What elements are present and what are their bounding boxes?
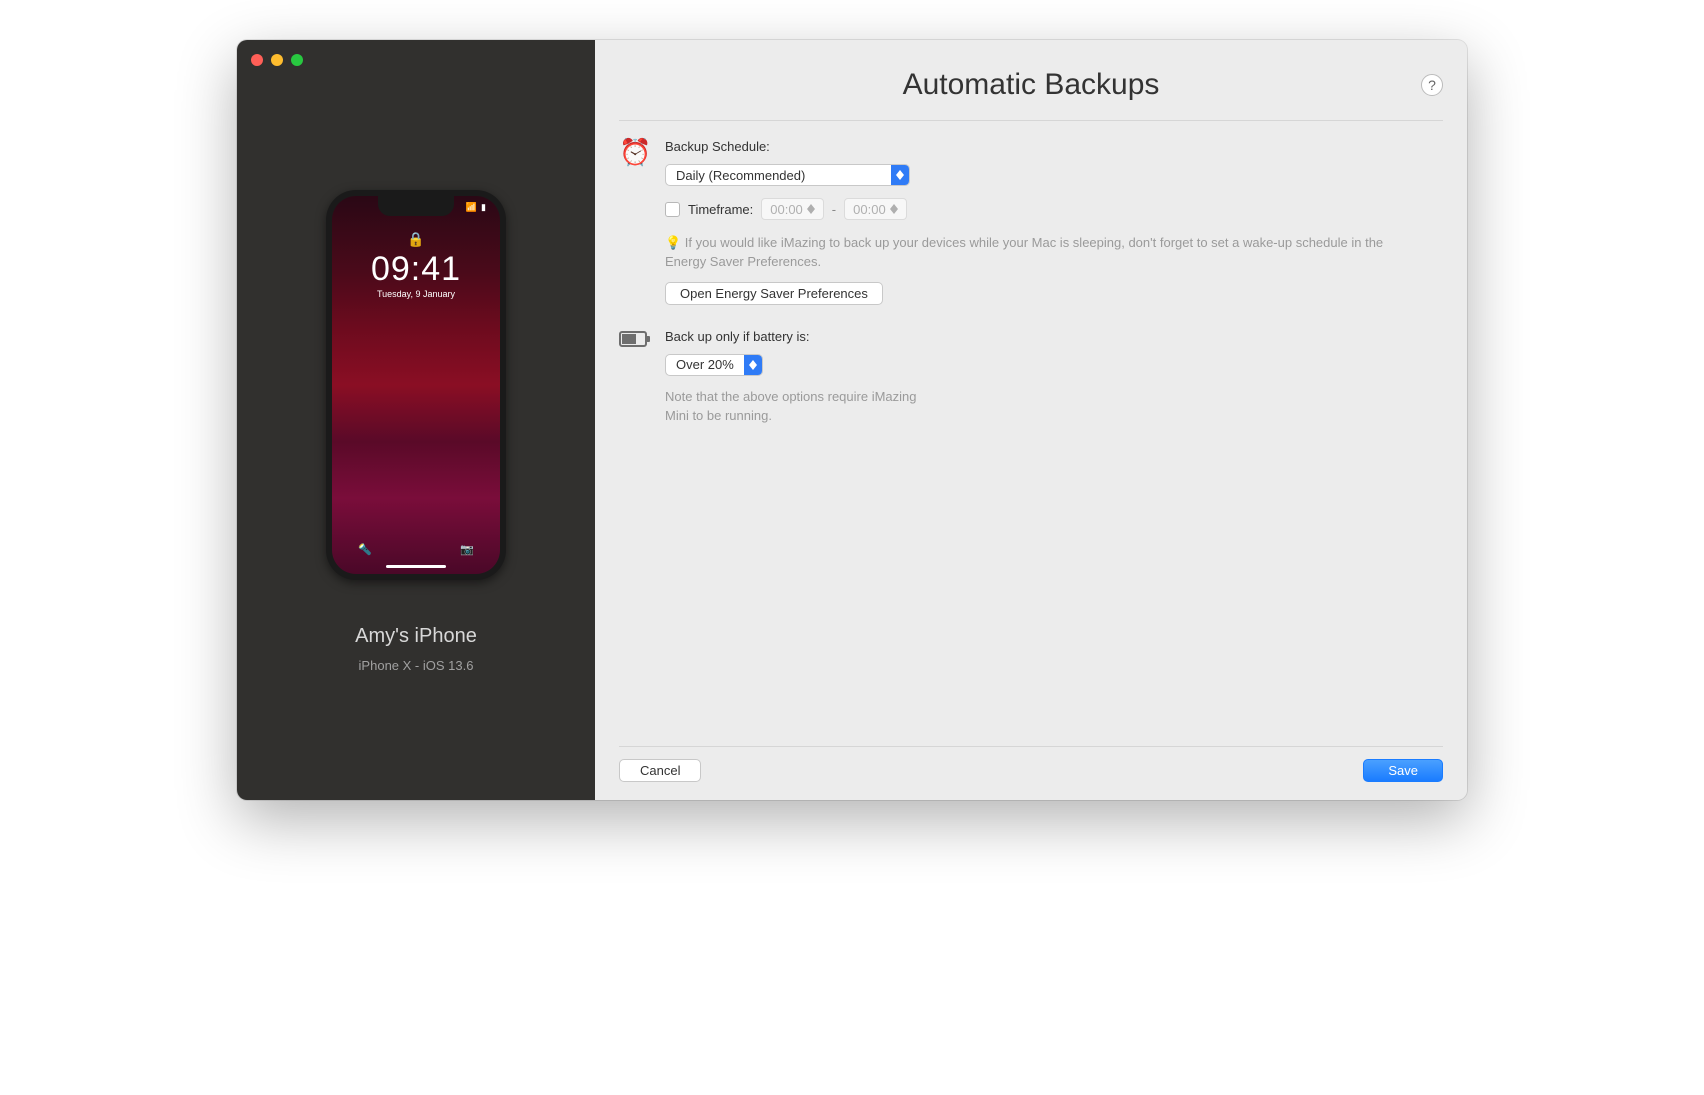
content: ⏰ Backup Schedule: Daily (Recommended) T…: [619, 121, 1443, 746]
lock-icon: 🔒: [407, 231, 424, 248]
stepper-icon: [890, 204, 902, 214]
save-button[interactable]: Save: [1363, 759, 1443, 782]
battery-label: Back up only if battery is:: [665, 329, 1443, 344]
minimize-window-button[interactable]: [271, 54, 283, 66]
open-energy-saver-button[interactable]: Open Energy Saver Preferences: [665, 282, 883, 305]
chevron-up-down-icon: [744, 355, 762, 375]
page-header: Automatic Backups ?: [619, 68, 1443, 121]
flashlight-icon: 🔦: [358, 543, 372, 556]
battery-section: Back up only if battery is: Over 20% Not…: [619, 329, 1443, 426]
help-button[interactable]: ?: [1421, 74, 1443, 96]
schedule-select[interactable]: Daily (Recommended): [665, 164, 910, 186]
notch: [378, 196, 454, 216]
stepper-icon: [807, 204, 819, 214]
battery-icon: ▮: [481, 202, 486, 213]
device-info: iPhone X - iOS 13.6: [359, 658, 474, 673]
battery-note: Note that the above options require iMaz…: [665, 388, 925, 426]
time-from-input[interactable]: 00:00: [761, 198, 824, 220]
device-sidebar: 📶 ▮ 🔒 09:41 Tuesday, 9 January 🔦 📷 Amy's…: [237, 40, 595, 800]
schedule-section: ⏰ Backup Schedule: Daily (Recommended) T…: [619, 139, 1443, 305]
camera-icon: 📷: [460, 543, 474, 556]
time-from-value: 00:00: [770, 202, 803, 217]
zoom-window-button[interactable]: [291, 54, 303, 66]
device-preview: 📶 ▮ 🔒 09:41 Tuesday, 9 January 🔦 📷: [326, 190, 506, 580]
close-window-button[interactable]: [251, 54, 263, 66]
chevron-up-down-icon: [891, 165, 909, 185]
lockscreen-shortcuts: 🔦 📷: [332, 543, 500, 556]
time-to-value: 00:00: [853, 202, 886, 217]
clock-icon: ⏰: [619, 139, 651, 305]
lockscreen-date: Tuesday, 9 January: [377, 289, 455, 299]
device-name: Amy's iPhone: [355, 625, 477, 648]
time-to-input[interactable]: 00:00: [844, 198, 907, 220]
schedule-label: Backup Schedule:: [665, 139, 1443, 154]
window-controls: [251, 54, 303, 66]
timeframe-checkbox[interactable]: [665, 202, 680, 217]
time-separator: -: [832, 202, 836, 217]
cancel-button[interactable]: Cancel: [619, 759, 701, 782]
battery-selected: Over 20%: [666, 357, 744, 372]
page-title: Automatic Backups: [619, 68, 1443, 102]
battery-select[interactable]: Over 20%: [665, 354, 763, 376]
timeframe-label: Timeframe:: [688, 202, 753, 217]
signal-icon: 📶: [466, 202, 477, 213]
lockscreen-time: 09:41: [371, 250, 461, 289]
main-panel: Automatic Backups ? ⏰ Backup Schedule: D…: [595, 40, 1467, 800]
device-screen: 📶 ▮ 🔒 09:41 Tuesday, 9 January 🔦 📷: [332, 196, 500, 574]
schedule-selected: Daily (Recommended): [666, 168, 891, 183]
battery-section-icon: [619, 329, 651, 426]
timeframe-row: Timeframe: 00:00 - 00:00: [665, 198, 1443, 220]
app-window: 📶 ▮ 🔒 09:41 Tuesday, 9 January 🔦 📷 Amy's…: [237, 40, 1467, 800]
bulb-icon: 💡: [665, 235, 681, 250]
sleep-hint: 💡 If you would like iMazing to back up y…: [665, 234, 1405, 272]
sleep-hint-text: If you would like iMazing to back up you…: [665, 235, 1383, 269]
home-indicator: [386, 565, 446, 568]
footer: Cancel Save: [619, 746, 1443, 782]
